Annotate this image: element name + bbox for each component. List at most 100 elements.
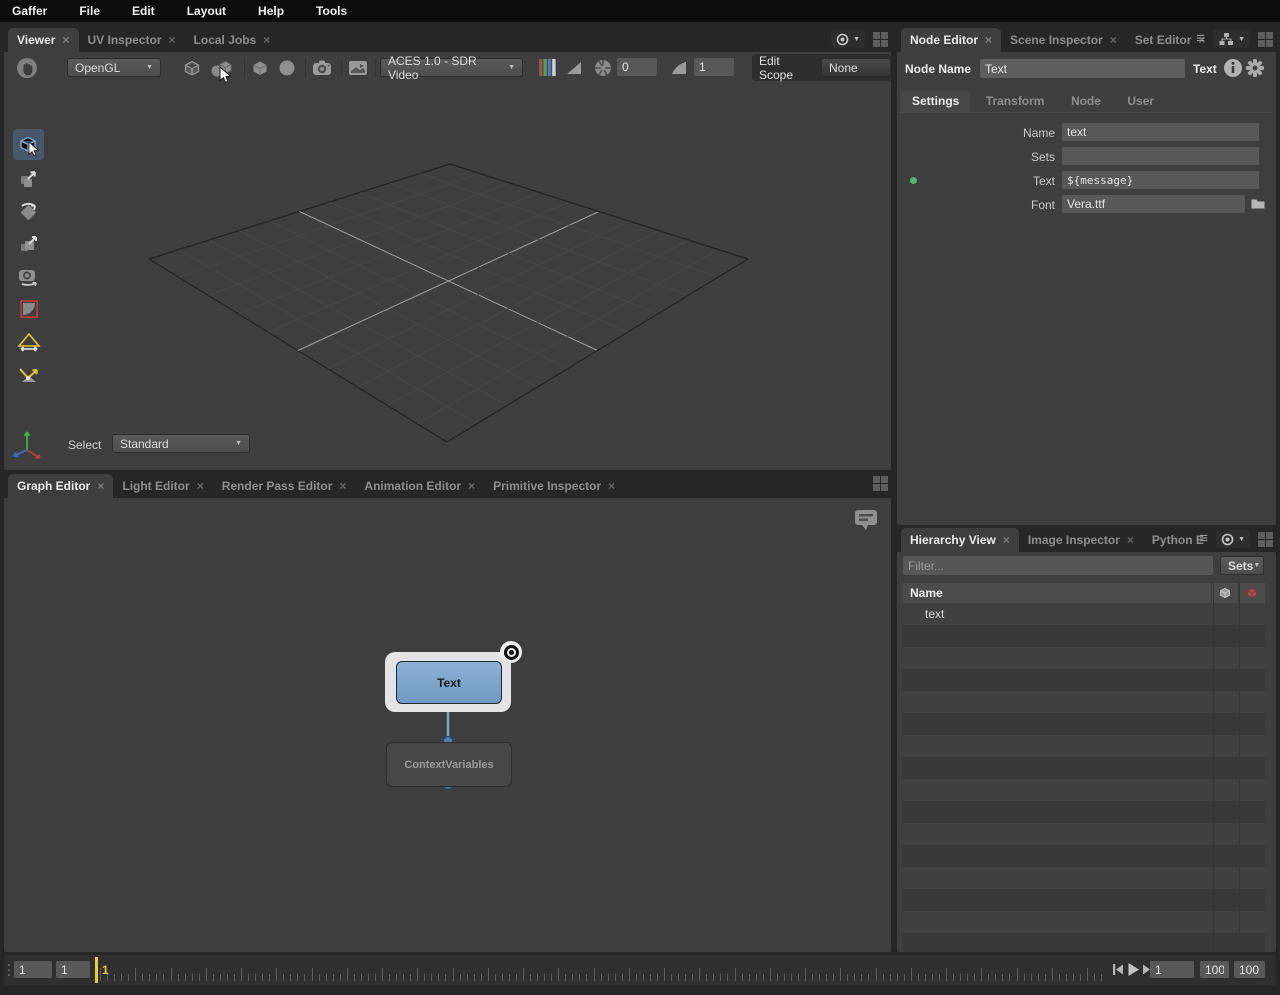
close-icon[interactable]: × <box>468 479 475 493</box>
menu-tools[interactable]: Tools <box>300 0 363 22</box>
tab-image-inspector[interactable]: Image Inspector× <box>1019 528 1143 552</box>
select-tool-button[interactable] <box>13 129 44 160</box>
hierarchy-row-empty[interactable] <box>903 845 1265 867</box>
tab-primitive-inspector[interactable]: Primitive Inspector× <box>484 474 624 498</box>
tab-light-editor[interactable]: Light Editor× <box>113 474 212 498</box>
tab-node-editor[interactable]: Node Editor× <box>901 28 1001 52</box>
viewer-layout-menu-icon[interactable] <box>873 32 888 47</box>
playhead[interactable] <box>95 957 98 983</box>
hierarchy-row-empty[interactable] <box>903 933 1265 952</box>
exposure-aperture-icon[interactable] <box>594 59 612 77</box>
hierarchy-layout-menu-icon[interactable] <box>1258 532 1273 547</box>
rotate-tool-button[interactable] <box>13 195 44 226</box>
exposure-input[interactable] <box>617 58 657 76</box>
image-view-icon[interactable] <box>347 58 369 78</box>
tab-set-editor[interactable]: Set Editor× <box>1126 28 1208 52</box>
timeline-end-input[interactable] <box>1234 961 1265 978</box>
sets-field-input[interactable] <box>1062 147 1259 165</box>
close-icon[interactable]: × <box>263 33 270 47</box>
focus-ring-icon[interactable] <box>500 641 522 663</box>
hierarchy-row-empty[interactable] <box>903 669 1265 691</box>
clipping-ramp-icon[interactable] <box>565 59 583 77</box>
render-visible-column-header[interactable] <box>1238 583 1265 603</box>
hierarchy-row-text[interactable]: text <box>903 603 1265 625</box>
tab-python-editor[interactable]: Python E <box>1143 528 1204 552</box>
subtab-user[interactable]: User <box>1116 90 1165 112</box>
scale-tool-button[interactable] <box>13 228 44 259</box>
translate-tool-button[interactable] <box>13 162 44 193</box>
tab-animation-editor[interactable]: Animation Editor× <box>355 474 484 498</box>
crop-window-tool-button[interactable] <box>13 293 44 324</box>
graph-layout-menu-icon[interactable] <box>873 476 888 491</box>
tab-viewer[interactable]: Viewer× <box>8 28 79 52</box>
menu-layout[interactable]: Layout <box>171 0 242 22</box>
folder-icon[interactable] <box>1250 196 1266 212</box>
hierarchy-row-empty[interactable] <box>903 779 1265 801</box>
viewport-grid[interactable] <box>4 84 891 470</box>
menu-edit[interactable]: Edit <box>116 0 171 22</box>
close-icon[interactable]: × <box>339 479 346 493</box>
hierarchy-row-empty[interactable] <box>903 889 1265 911</box>
camera-tool-button[interactable] <box>13 261 44 292</box>
tab-scene-inspector[interactable]: Scene Inspector× <box>1001 28 1126 52</box>
camera-icon[interactable] <box>311 58 333 78</box>
close-icon[interactable]: × <box>1003 533 1010 547</box>
hierarchy-row-empty[interactable] <box>903 713 1265 735</box>
subtab-node[interactable]: Node <box>1060 90 1112 112</box>
node-editor-pin-button[interactable]: ▼ <box>1213 30 1250 48</box>
filter-input[interactable] <box>903 556 1213 575</box>
tab-hierarchy-view[interactable]: Hierarchy View× <box>901 528 1019 552</box>
timeline-ruler[interactable] <box>100 955 1110 985</box>
timeline-range-start-input[interactable] <box>56 961 90 978</box>
hierarchy-row-empty[interactable] <box>903 647 1265 669</box>
hierarchy-row-empty[interactable] <box>903 757 1265 779</box>
menu-help[interactable]: Help <box>242 0 300 22</box>
close-icon[interactable]: × <box>97 479 104 493</box>
timeline-start-input[interactable] <box>14 961 52 978</box>
light-position-tool-button[interactable] <box>13 360 44 391</box>
renderer-dropdown[interactable]: OpenGL▼ <box>67 58 161 77</box>
font-field-input[interactable] <box>1062 195 1245 213</box>
close-icon[interactable]: × <box>62 33 69 47</box>
tab-list-menu-icon[interactable]: ≡ <box>1196 30 1205 48</box>
close-icon[interactable]: × <box>1127 533 1134 547</box>
close-icon[interactable]: × <box>197 479 204 493</box>
gear-icon[interactable] <box>1245 58 1265 78</box>
graph-editor-body[interactable]: Text ContextVariables <box>4 498 891 952</box>
skip-to-start-icon[interactable] <box>1112 963 1124 976</box>
hierarchy-row-empty[interactable] <box>903 911 1265 933</box>
node-name-input[interactable] <box>980 59 1185 78</box>
timeline-range-end-input[interactable] <box>1200 961 1229 978</box>
tab-local-jobs[interactable]: Local Jobs× <box>185 28 280 52</box>
node-contextvariables[interactable]: ContextVariables <box>386 742 512 787</box>
subtab-settings[interactable]: Settings <box>901 90 970 112</box>
light-tool-button[interactable] <box>13 327 44 358</box>
hierarchy-focus-menu-button[interactable]: ▼ <box>1216 530 1250 548</box>
viewer-focus-menu-button[interactable]: ▼ <box>831 30 865 48</box>
info-icon[interactable] <box>1223 58 1243 78</box>
hierarchy-row-empty[interactable] <box>903 691 1265 713</box>
close-icon[interactable]: × <box>608 479 615 493</box>
pan-hand-icon[interactable] <box>16 57 38 79</box>
subtab-transform[interactable]: Transform <box>975 90 1056 112</box>
tab-uv-inspector[interactable]: UV Inspector× <box>79 28 185 52</box>
timeline-grip[interactable] <box>8 964 11 976</box>
gamma-curve-icon[interactable] <box>670 59 688 77</box>
tab-render-pass-editor[interactable]: Render Pass Editor× <box>213 474 356 498</box>
hierarchy-row-empty[interactable] <box>903 867 1265 889</box>
channels-rgb-icon[interactable] <box>538 58 557 77</box>
hierarchy-row-empty[interactable] <box>903 735 1265 757</box>
close-icon[interactable]: × <box>169 33 176 47</box>
menu-file[interactable]: File <box>63 0 116 22</box>
drawing-mode-icon[interactable] <box>182 58 202 78</box>
close-icon[interactable]: × <box>1110 33 1117 47</box>
expansion-icon[interactable] <box>250 58 270 78</box>
edit-scope-dropdown[interactable]: None <box>821 58 891 77</box>
name-field-input[interactable] <box>1062 123 1259 141</box>
play-icon[interactable] <box>1127 962 1140 977</box>
display-transform-dropdown[interactable]: ACES 1.0 - SDR Video▼ <box>380 58 523 77</box>
shading-mode-icon[interactable] <box>277 58 297 78</box>
tab-list-menu-icon[interactable]: ≡ <box>1199 530 1208 548</box>
node-text[interactable]: Text <box>396 661 502 704</box>
timeline-current-frame-input[interactable] <box>1150 961 1194 978</box>
